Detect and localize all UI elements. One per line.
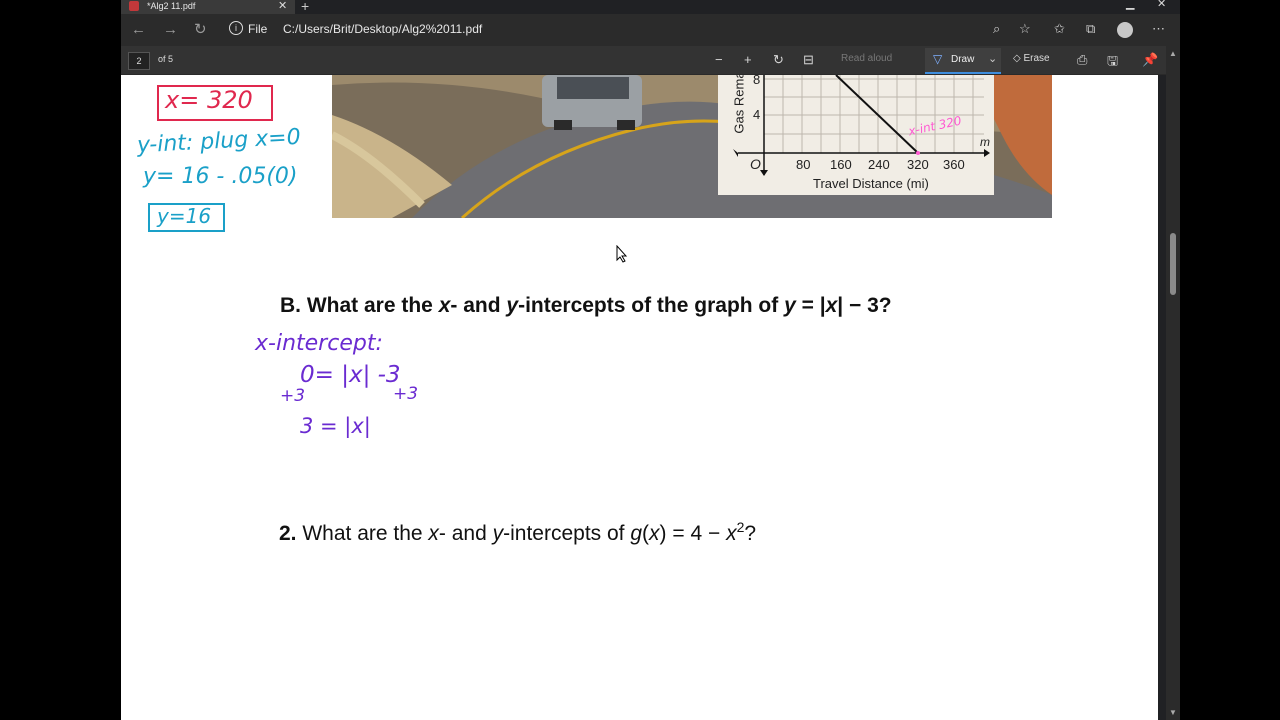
chevron-down-icon[interactable]: ⌄ — [988, 52, 997, 65]
browser-tab[interactable]: *Alg2 11.pdf ✕ — [121, 0, 295, 14]
q2-x2: x — [726, 522, 737, 545]
red-ink-equation: x= 320 — [165, 86, 253, 114]
pdf-toolbar: 2 of 5 − + ↻ ⊟ Read aloud ▽ Draw ⌄ ◇ Era… — [121, 46, 1180, 75]
purple-ink-line1: 0= |x| -3 — [300, 362, 401, 388]
zoom-icon[interactable]: ⌕ — [993, 21, 1000, 37]
question-b: B. What are the x- and y-intercepts of t… — [280, 294, 892, 318]
y-tick-8: 8 — [753, 75, 761, 87]
new-tab-button[interactable]: + — [301, 0, 309, 14]
draw-button[interactable]: ▽ Draw ⌄ — [925, 48, 1001, 74]
zoom-out-icon[interactable]: − — [715, 52, 723, 67]
save-icon[interactable]: 🖫 — [1107, 52, 1118, 74]
tab-title: *Alg2 11.pdf — [147, 1, 196, 11]
pdf-icon — [129, 1, 139, 11]
scroll-up-icon[interactable]: ▲ — [1169, 49, 1177, 58]
x-tick-80: 80 — [796, 157, 811, 172]
url-field[interactable]: i File C:/Users/Brit/Desktop/Alg2%2011.p… — [224, 18, 1044, 42]
print-icon[interactable]: ⎙ — [1077, 52, 1087, 68]
tab-strip: *Alg2 11.pdf ✕ + ▁ ✕ — [121, 0, 1180, 14]
favorite-star-icon[interactable]: ☆ — [1019, 21, 1031, 37]
purple-ink-heading: x-intercept: — [255, 331, 383, 356]
refresh-icon[interactable]: ↻ — [194, 20, 207, 40]
q-b-mid: - and — [450, 294, 507, 317]
collections-icon[interactable]: ⧉ — [1086, 21, 1095, 37]
q2-xx: x — [649, 522, 660, 545]
erase-button[interactable]: ◇ Erase — [1013, 53, 1050, 64]
vertical-scrollbar[interactable]: ▲ ▼ — [1166, 46, 1180, 720]
q-b-prefix: B. What are the — [280, 294, 439, 317]
pin-icon[interactable]: 📌 — [1142, 52, 1158, 68]
q2-qmark: ? — [744, 522, 757, 545]
road-photo: Gas Rema 8 4 O 80 160 240 320 360 m Trav… — [332, 75, 1052, 218]
favorites-icon[interactable]: ✩ — [1054, 21, 1065, 37]
url-text[interactable]: C:/Users/Brit/Desktop/Alg2%2011.pdf — [283, 22, 482, 36]
teal-ink-line2: y= 16 - .05(0) — [143, 164, 298, 189]
q-b-x: x — [438, 294, 451, 317]
fit-page-icon[interactable]: ⊟ — [803, 52, 814, 68]
y-tick-4: 4 — [753, 107, 761, 122]
forward-icon[interactable]: → — [163, 20, 178, 40]
zoom-in-icon[interactable]: + — [744, 52, 752, 67]
address-bar: ← → ↻ i File C:/Users/Brit/Desktop/Alg2%… — [121, 14, 1180, 46]
x-axis-label: Travel Distance (mi) — [813, 176, 929, 191]
back-icon[interactable]: ← — [131, 20, 146, 40]
purple-ink-add-left: +3 — [280, 386, 306, 406]
gas-graph-panel: Gas Rema 8 4 O 80 160 240 320 360 m Trav… — [718, 75, 994, 195]
q-b-y: y — [506, 294, 519, 317]
purple-ink-line2: 3 = |x| — [300, 414, 371, 438]
q2-number: 2. — [279, 522, 297, 545]
read-aloud-button[interactable]: Read aloud — [841, 53, 892, 64]
q2-eq: ) = 4 − — [659, 522, 727, 545]
scroll-thumb[interactable] — [1170, 233, 1176, 295]
close-window-icon[interactable]: ✕ — [1157, 0, 1166, 10]
info-icon[interactable]: i — [229, 21, 243, 35]
q-b-eq-rest: = | — [795, 294, 826, 317]
x-tick-240: 240 — [868, 157, 890, 172]
pen-icon: ▽ — [933, 52, 943, 66]
scroll-down-icon[interactable]: ▼ — [1169, 708, 1177, 717]
more-menu-icon[interactable]: ⋯ — [1152, 21, 1165, 37]
browser-window: *Alg2 11.pdf ✕ + ▁ ✕ ← → ↻ i File C:/Use… — [121, 0, 1180, 720]
q-b-eq-x: x — [825, 294, 838, 317]
q2-g: g — [630, 522, 643, 545]
question-2: 2. What are the x- and y-intercepts of g… — [279, 519, 756, 546]
q-b-eq-end: | − 3? — [837, 294, 892, 317]
rotate-icon[interactable]: ↻ — [773, 52, 784, 68]
url-scheme: File — [248, 22, 268, 36]
q-b-eq-y: y — [784, 294, 796, 317]
x-tick-360: 360 — [943, 157, 965, 172]
mouse-cursor-icon — [616, 245, 628, 263]
erase-label: Erase — [1023, 53, 1050, 64]
purple-ink-add-right: +3 — [393, 384, 419, 404]
pdf-page: Gas Rema 8 4 O 80 160 240 320 360 m Trav… — [121, 75, 1158, 720]
page-total: of 5 — [158, 54, 174, 64]
q2-prefix: What are the — [296, 522, 429, 545]
q2-x: x — [428, 522, 439, 545]
teal-ink-line1: y-int: plug x=0 — [136, 124, 302, 159]
q2-y: y — [492, 522, 504, 545]
profile-avatar[interactable] — [1117, 22, 1133, 38]
q2-mid: - and — [438, 522, 493, 545]
minimize-icon[interactable]: ▁ — [1126, 0, 1134, 10]
q2-paren: ( — [642, 522, 650, 545]
x-var-label: m — [980, 135, 990, 149]
x-tick-160: 160 — [830, 157, 852, 172]
draw-label: Draw — [951, 54, 975, 65]
page-number-input[interactable]: 2 — [128, 52, 150, 70]
q-b-after: -intercepts of the graph of — [518, 294, 785, 317]
x-tick-320: 320 — [907, 157, 929, 172]
q2-after: -intercepts of — [503, 522, 631, 545]
teal-ink-answer: y=16 — [157, 204, 212, 228]
y-axis-label: Gas Rema — [731, 75, 747, 134]
origin-label: O — [750, 156, 761, 172]
tab-close-icon[interactable]: ✕ — [278, 0, 287, 12]
